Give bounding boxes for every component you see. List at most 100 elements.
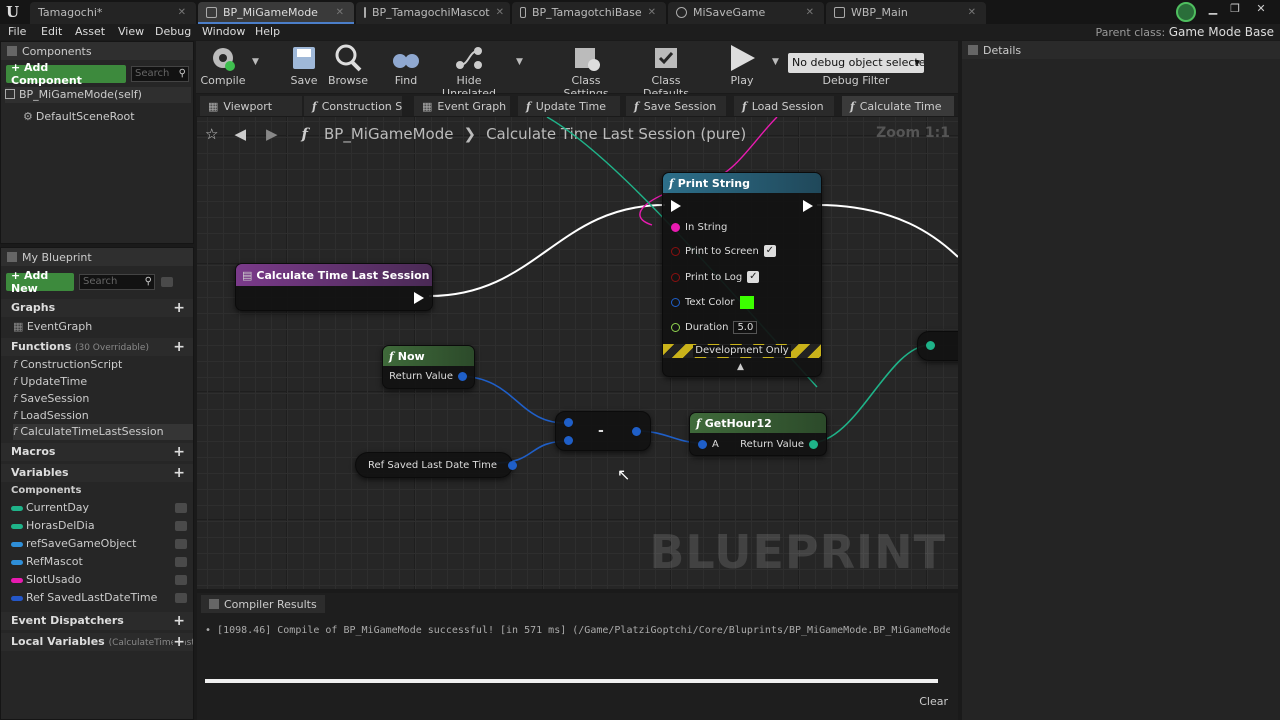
compile-options-chevron-icon[interactable]: ▼ (252, 57, 259, 67)
window-tab-tamagochi-mascot[interactable]: BP_TamagochiMascot ✕ (356, 2, 510, 24)
save-button[interactable]: Save (284, 43, 324, 91)
close-icon[interactable]: ✕ (806, 7, 814, 18)
source-control-icon[interactable] (1176, 2, 1196, 22)
menu-window[interactable]: Window (202, 24, 245, 40)
variable-item[interactable]: HorasDelDia (11, 518, 191, 534)
struct-pin-icon[interactable] (632, 427, 641, 436)
local-variables-section[interactable]: Local Variables (CalculateTimeLastS + (1, 633, 193, 651)
class-defaults-button[interactable]: Class Defaults (630, 43, 702, 100)
add-local-variable-plus-icon[interactable]: + (173, 633, 185, 651)
exec-in-pin[interactable] (671, 200, 681, 212)
components-search-input[interactable]: Search ⚲ (131, 66, 189, 82)
clear-button[interactable]: Clear (919, 695, 948, 708)
collapse-arrow-icon[interactable]: ▲ (737, 362, 744, 372)
hide-unrelated-button[interactable]: Hide Unrelated (432, 43, 506, 100)
close-icon[interactable]: ✕ (336, 7, 344, 18)
close-icon[interactable]: ✕ (648, 7, 656, 18)
node-offscreen-partial[interactable] (917, 331, 958, 361)
int-pin-icon[interactable] (926, 341, 935, 350)
component-default-scene-root[interactable]: ⚙ DefaultSceneRoot (23, 109, 135, 125)
menu-help[interactable]: Help (255, 24, 280, 40)
print-to-screen-checkbox[interactable]: ✓ (763, 245, 776, 257)
close-icon[interactable]: ✕ (968, 7, 976, 18)
node-now[interactable]: f Now Return Value (382, 345, 475, 389)
struct-pin-icon[interactable] (564, 436, 573, 445)
visibility-eye-icon[interactable] (175, 521, 187, 531)
close-window-icon[interactable]: ✕ (1250, 2, 1272, 16)
variable-item[interactable]: Ref SavedLastDateTime (11, 590, 191, 606)
function-item-updatetime[interactable]: f UpdateTime (13, 374, 87, 390)
browse-button[interactable]: Browse (326, 43, 370, 91)
function-item-loadsession[interactable]: f LoadSession (13, 408, 89, 424)
menu-view[interactable]: View (118, 24, 144, 40)
node-subtract[interactable]: - (555, 411, 651, 451)
visibility-eye-icon[interactable] (175, 593, 187, 603)
graphs-section[interactable]: Graphs + (1, 299, 193, 317)
text-color-swatch[interactable] (739, 296, 754, 309)
function-item-calculatetimelastsession[interactable]: f CalculateTimeLastSession (13, 424, 193, 440)
node-print-string[interactable]: f Print String In String Print to Screen ✓… (662, 172, 822, 377)
graph-tab-event-graph[interactable]: ▦ Event Graph (414, 96, 510, 116)
graph-canvas[interactable]: ☆ ◀ ▶ f BP_MiGameMode ❯ Calculate Time L… (197, 117, 958, 589)
visibility-eye-icon[interactable] (175, 539, 187, 549)
component-self[interactable]: BP_MiGameMode(self) (5, 87, 191, 103)
window-tab-misavegame[interactable]: MiSaveGame ✕ (668, 2, 824, 24)
function-item-savesession[interactable]: f SaveSession (13, 391, 89, 407)
visibility-eye-icon[interactable] (161, 277, 173, 287)
my-blueprint-search-input[interactable]: Search ⚲ (79, 274, 155, 290)
close-icon[interactable]: ✕ (496, 7, 504, 18)
duration-input[interactable]: 5.0 (733, 321, 758, 334)
visibility-eye-icon[interactable] (175, 557, 187, 567)
class-settings-button[interactable]: Class Settings (550, 43, 622, 100)
window-tab-bp-migamemode[interactable]: BP_MiGameMode ✕ (198, 2, 354, 24)
parent-class-value[interactable]: Game Mode Base (1169, 25, 1274, 39)
add-variable-plus-icon[interactable]: + (173, 464, 185, 482)
pin-print-to-screen[interactable]: Print to Screen ✓ (671, 245, 776, 257)
variables-section[interactable]: Variables + (1, 464, 193, 482)
functions-section[interactable]: Functions (30 Overridable) + (1, 338, 193, 356)
add-new-button[interactable]: + Add New (6, 269, 74, 295)
pin-text-color[interactable]: Text Color (671, 296, 754, 309)
visibility-eye-icon[interactable] (175, 503, 187, 513)
play-options-chevron-icon[interactable]: ▼ (772, 57, 779, 67)
menu-debug[interactable]: Debug (155, 24, 191, 40)
pin-now-return[interactable]: Return Value (389, 371, 467, 382)
play-button[interactable]: Play (722, 43, 762, 91)
variable-item[interactable]: RefMascot (11, 554, 191, 570)
window-tab-wbp-main[interactable]: WBP_Main ✕ (826, 2, 986, 24)
pin-in-string[interactable]: In String (671, 222, 727, 233)
pin-gethour-return[interactable]: Return Value (740, 439, 818, 450)
debug-object-select[interactable]: No debug object selected ▾ (788, 53, 924, 73)
menu-edit[interactable]: Edit (41, 24, 62, 40)
graph-tab-update-time[interactable]: f Update Time (518, 96, 620, 116)
variable-item[interactable]: SlotUsado (11, 572, 191, 588)
print-to-log-checkbox[interactable]: ✓ (747, 271, 760, 283)
node-ref-saved-last-date-time[interactable]: Ref Saved Last Date Time (355, 452, 517, 478)
variables-group-components[interactable]: Components (11, 483, 81, 499)
menu-file[interactable]: File (8, 24, 26, 40)
function-item-constructionscript[interactable]: f ConstructionScript (13, 357, 122, 373)
compiler-results-tab[interactable]: Compiler Results (201, 595, 325, 613)
close-icon[interactable]: ✕ (178, 7, 186, 18)
pin-gethour-a[interactable]: A (698, 439, 719, 450)
add-dispatcher-plus-icon[interactable]: + (173, 612, 185, 630)
add-function-plus-icon[interactable]: + (173, 338, 185, 356)
graph-tab-calculate-time[interactable]: f Calculate Time (842, 96, 954, 116)
variable-get-ref-saved[interactable]: Ref Saved Last Date Time (368, 460, 517, 471)
add-graph-plus-icon[interactable]: + (173, 299, 185, 317)
graph-tab-viewport[interactable]: ▦ Viewport (200, 96, 302, 116)
node-calculate-time-entry[interactable]: ▤ Calculate Time Last Session (235, 263, 433, 311)
variable-item[interactable]: CurrentDay (11, 500, 191, 516)
window-tab-tamagotchi-base[interactable]: BP_TamagotchiBase ✕ (512, 2, 666, 24)
graph-tab-load-session[interactable]: f Load Session (734, 96, 834, 116)
graph-tab-construction[interactable]: f Construction S (304, 96, 402, 116)
node-gethour12[interactable]: f GetHour12 A Return Value (689, 412, 827, 456)
add-component-button[interactable]: + Add Component (6, 61, 126, 87)
graph-item-eventgraph[interactable]: ▦ EventGraph (13, 319, 92, 335)
compile-button[interactable]: Compile (200, 43, 246, 91)
exec-out-pin[interactable] (414, 292, 424, 304)
pin-duration[interactable]: Duration 5.0 (671, 321, 758, 334)
exec-out-pin[interactable] (803, 200, 813, 212)
graph-tab-save-session[interactable]: f Save Session (626, 96, 726, 116)
compiler-scrollbar[interactable] (205, 679, 938, 683)
